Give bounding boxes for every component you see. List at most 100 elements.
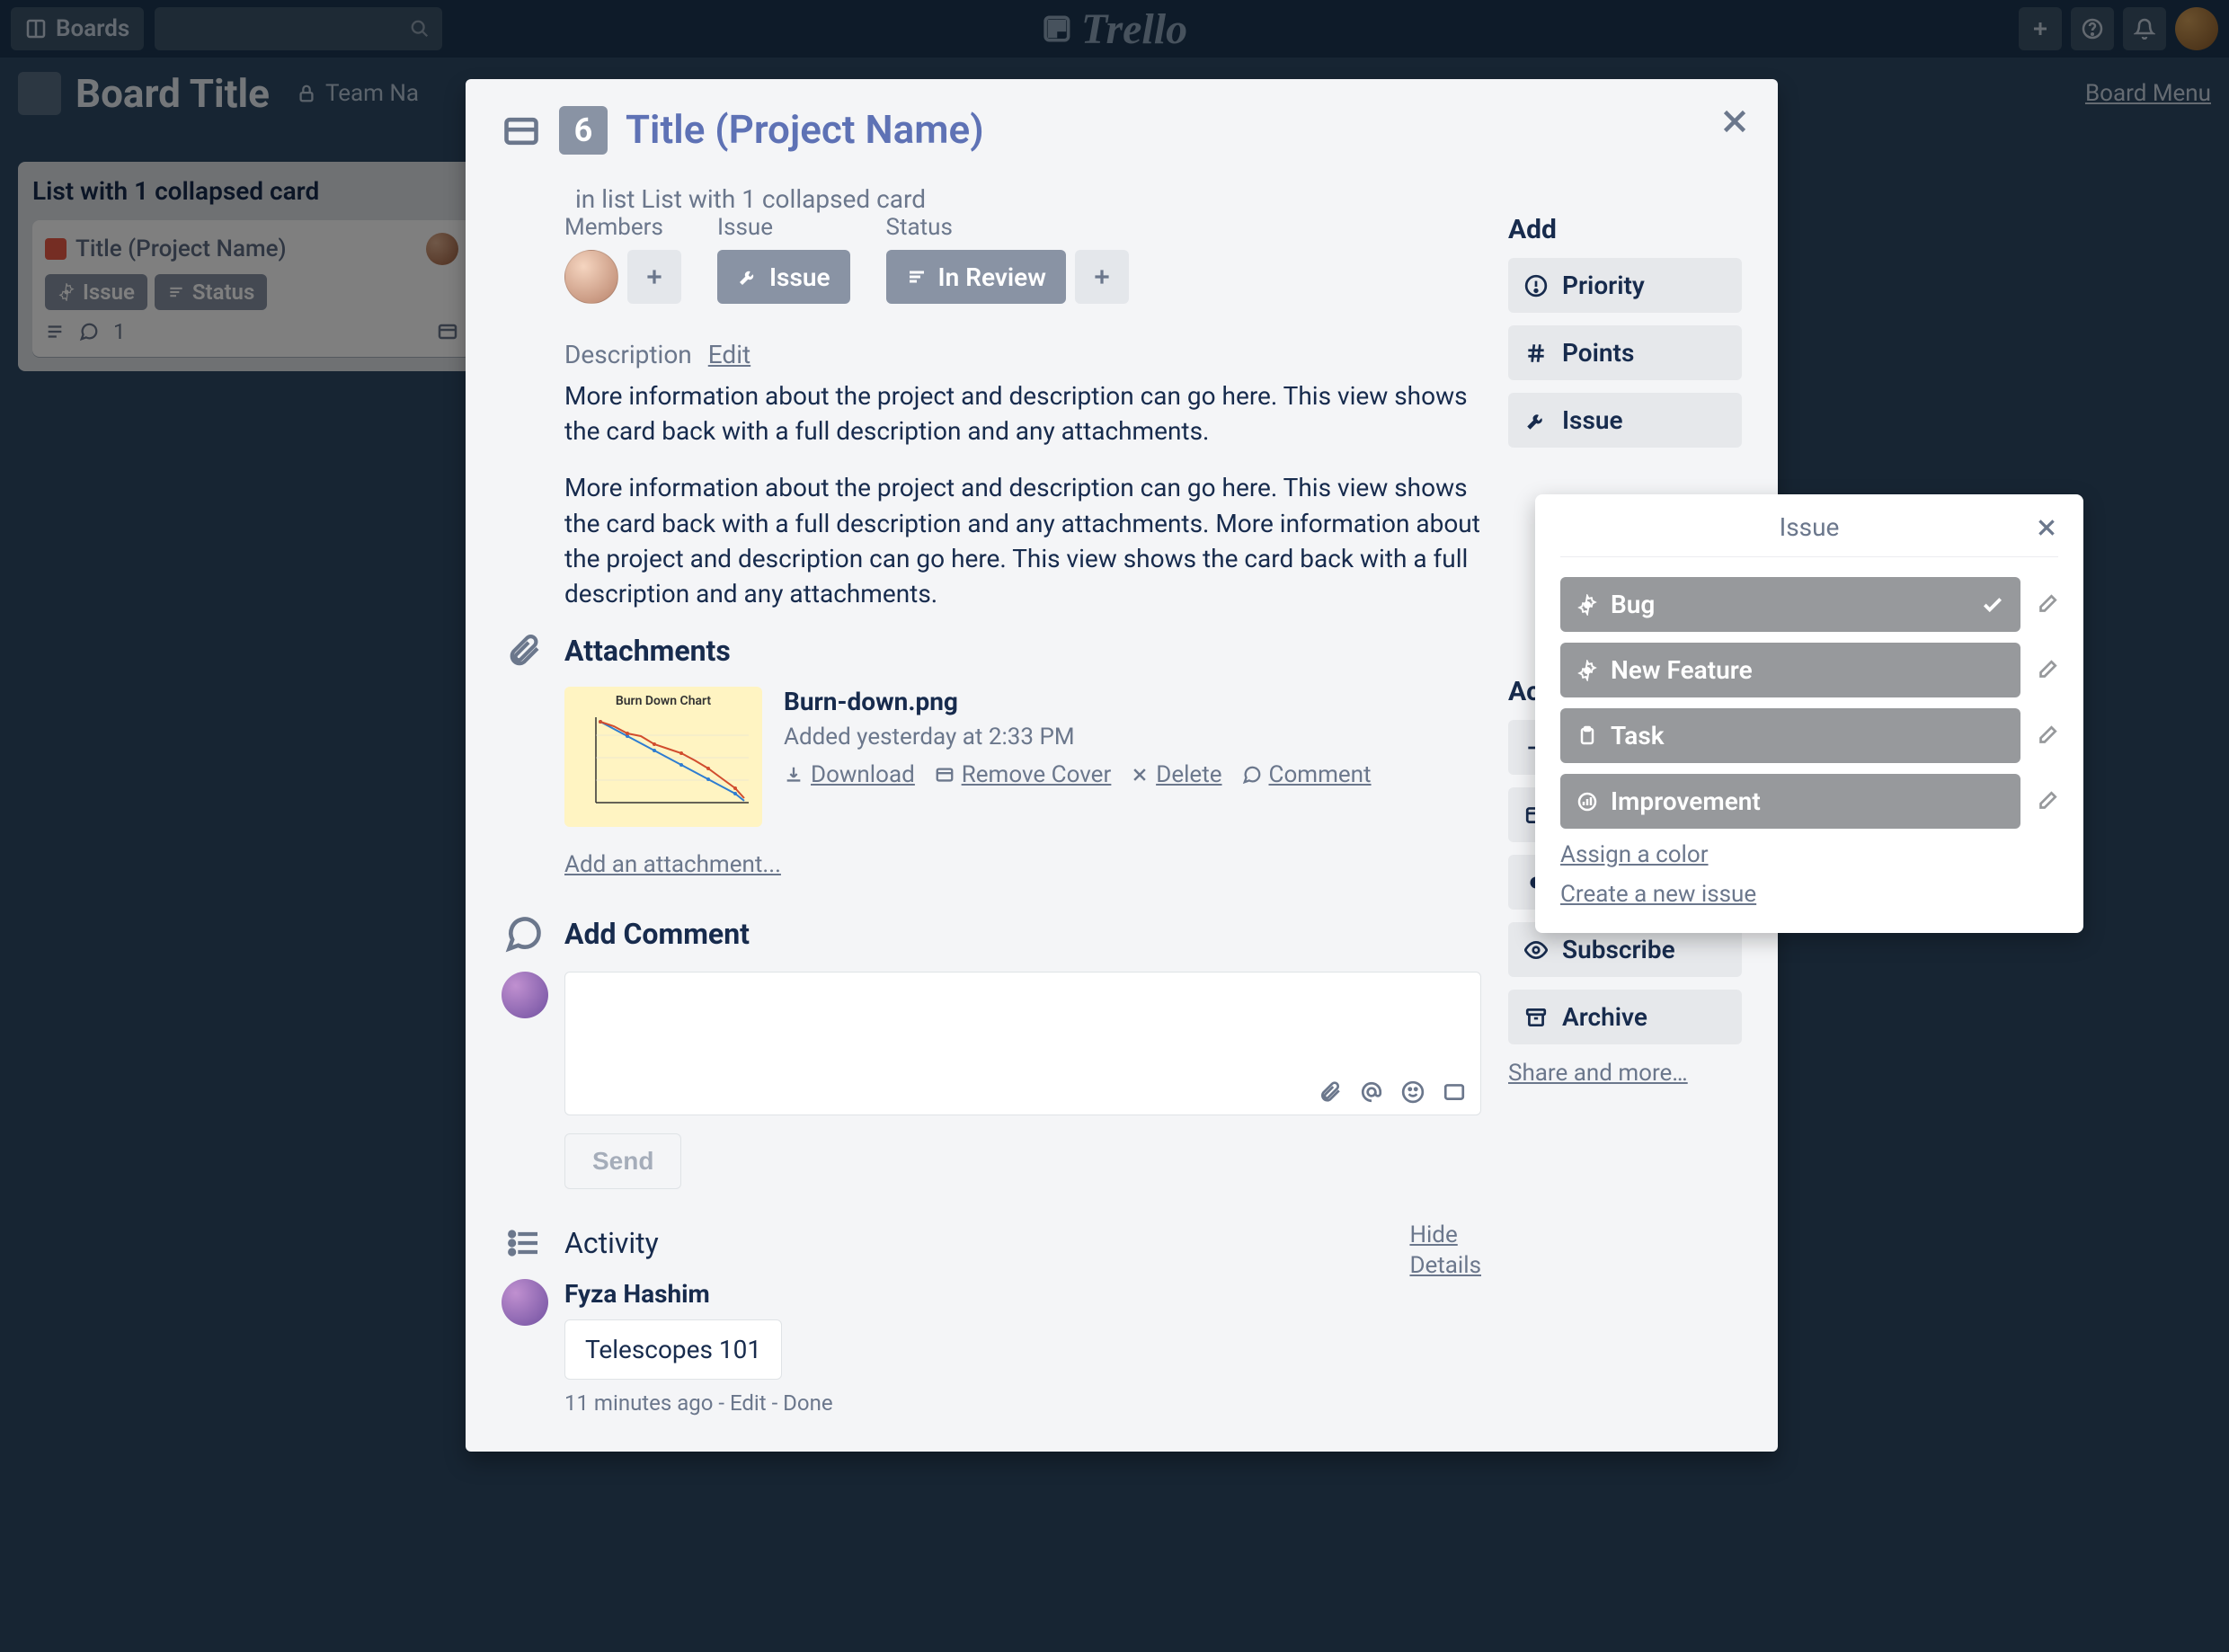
activity-user-avatar	[502, 1279, 548, 1326]
board-title: Board Title	[75, 70, 270, 117]
user-avatar[interactable]	[2175, 7, 2218, 50]
description-label: Description	[564, 340, 692, 369]
card-member-avatar	[426, 233, 458, 265]
remove-cover-link[interactable]: Remove Cover	[935, 761, 1112, 788]
burndown-chart-thumb	[572, 708, 755, 816]
activity-heading: Activity	[564, 1226, 659, 1260]
comment-count: 1	[113, 319, 126, 344]
emoji-icon[interactable]	[1401, 1080, 1425, 1104]
share-link[interactable]: Share and more…	[1508, 1060, 1688, 1087]
activity-icon	[502, 1225, 546, 1261]
alert-icon	[1524, 274, 1548, 298]
issue-option-new-feature[interactable]: New Feature	[1560, 643, 2020, 697]
attachment-thumbnail[interactable]: Burn Down Chart	[564, 687, 762, 827]
eye-icon	[1524, 938, 1548, 962]
background-card[interactable]: Title (Project Name) Issue Status 1	[32, 220, 471, 357]
delete-link[interactable]: Delete	[1131, 761, 1221, 788]
add-issue-button[interactable]: Issue	[1508, 393, 1742, 448]
team-name[interactable]: Team Na	[297, 80, 419, 107]
board-color-swatch	[18, 72, 61, 115]
attach-icon[interactable]	[1319, 1080, 1342, 1104]
plus-icon	[1090, 265, 1114, 289]
description-text-1: More information about the project and d…	[564, 378, 1481, 449]
download-icon	[784, 765, 804, 785]
status-pill[interactable]: In Review	[886, 250, 1066, 304]
hash-icon	[1524, 342, 1548, 365]
modal-close-button[interactable]	[1718, 101, 1751, 147]
member-avatar[interactable]	[564, 250, 618, 304]
add-status-button[interactable]	[1075, 250, 1129, 304]
issue-pill[interactable]: Issue	[717, 250, 850, 304]
issue-option-bug[interactable]: Bug	[1560, 577, 2020, 632]
bell-icon	[2134, 18, 2155, 40]
hide-activity-link[interactable]: Hide	[1409, 1221, 1481, 1248]
attachment-meta: Added yesterday at 2:33 PM	[784, 724, 1481, 751]
plus-icon	[643, 265, 666, 289]
notifications-button[interactable]	[2123, 7, 2166, 50]
add-comment-heading: Add Comment	[564, 917, 750, 951]
help-button[interactable]	[2071, 7, 2114, 50]
description-icon	[45, 322, 65, 342]
add-member-button[interactable]	[627, 250, 681, 304]
description-text-2: More information about the project and d…	[564, 470, 1481, 611]
list-icon	[167, 283, 185, 301]
issue-option-improvement[interactable]: Improvement	[1560, 774, 2020, 829]
add-attachment-link[interactable]: Add an attachment...	[564, 851, 781, 878]
issue-option-task[interactable]: Task	[1560, 708, 2020, 763]
trello-logo[interactable]: Trello	[1042, 4, 1187, 54]
gear-icon	[1576, 594, 1598, 616]
assign-color-link[interactable]: Assign a color	[1560, 841, 2058, 868]
details-activity-link[interactable]: Details	[1409, 1252, 1481, 1279]
card-title[interactable]: Title (Project Name)	[626, 106, 984, 153]
attachment-name: Burn-down.png	[784, 687, 1481, 716]
archive-icon	[1524, 1006, 1548, 1029]
create-issue-link[interactable]: Create a new issue	[1560, 881, 2058, 908]
card-badge-status: Status	[155, 274, 267, 310]
add-points-button[interactable]: Points	[1508, 325, 1742, 380]
plus-icon	[2029, 18, 2051, 40]
trello-board-icon	[1042, 13, 1072, 44]
archive-button[interactable]: Archive	[1508, 990, 1742, 1044]
issue-label: Issue	[717, 214, 850, 241]
close-icon	[1131, 766, 1149, 784]
comment-icon	[1242, 765, 1262, 785]
board-menu-link[interactable]: Board Menu	[2085, 80, 2211, 107]
mention-icon[interactable]	[1360, 1080, 1383, 1104]
search-input[interactable]	[155, 7, 442, 50]
edit-icon[interactable]	[2035, 593, 2058, 617]
add-priority-button[interactable]: Priority	[1508, 258, 1742, 313]
comment-icon	[79, 322, 99, 342]
cover-icon	[935, 765, 955, 785]
add-button[interactable]	[2019, 7, 2062, 50]
issue-popover: Issue Bug New Feature Task Improvement	[1535, 494, 2083, 933]
lock-icon	[297, 84, 316, 103]
edit-description-link[interactable]: Edit	[708, 340, 750, 369]
activity-content: Telescopes 101	[564, 1319, 782, 1380]
activity-user-name: Fyza Hashim	[564, 1279, 1481, 1309]
boards-button[interactable]: Boards	[11, 7, 144, 50]
comment-input[interactable]	[564, 972, 1481, 1115]
close-icon	[2035, 516, 2058, 539]
chart-icon	[1576, 791, 1598, 813]
popover-close-button[interactable]	[2035, 512, 2058, 546]
clipboard-icon	[1576, 725, 1598, 747]
attachments-icon	[502, 633, 546, 669]
comment-link[interactable]: Comment	[1242, 761, 1372, 788]
logo-text: Trello	[1081, 4, 1187, 54]
wrench-icon	[737, 266, 759, 288]
edit-icon[interactable]	[2035, 659, 2058, 682]
edit-icon[interactable]	[2035, 724, 2058, 748]
edit-icon[interactable]	[2035, 790, 2058, 813]
boards-label: Boards	[56, 15, 129, 42]
check-icon	[1981, 593, 2004, 617]
background-list: List with 1 collapsed card Title (Projec…	[18, 162, 485, 371]
help-icon	[2082, 18, 2103, 40]
attachments-heading: Attachments	[564, 634, 731, 668]
download-link[interactable]: Download	[784, 761, 915, 788]
card-number: 6	[559, 106, 608, 155]
list-title: List with 1 collapsed card	[32, 176, 471, 206]
card-link-icon[interactable]	[1443, 1080, 1466, 1104]
send-button[interactable]: Send	[564, 1133, 681, 1189]
close-icon	[1718, 105, 1751, 138]
members-label: Members	[564, 214, 681, 241]
